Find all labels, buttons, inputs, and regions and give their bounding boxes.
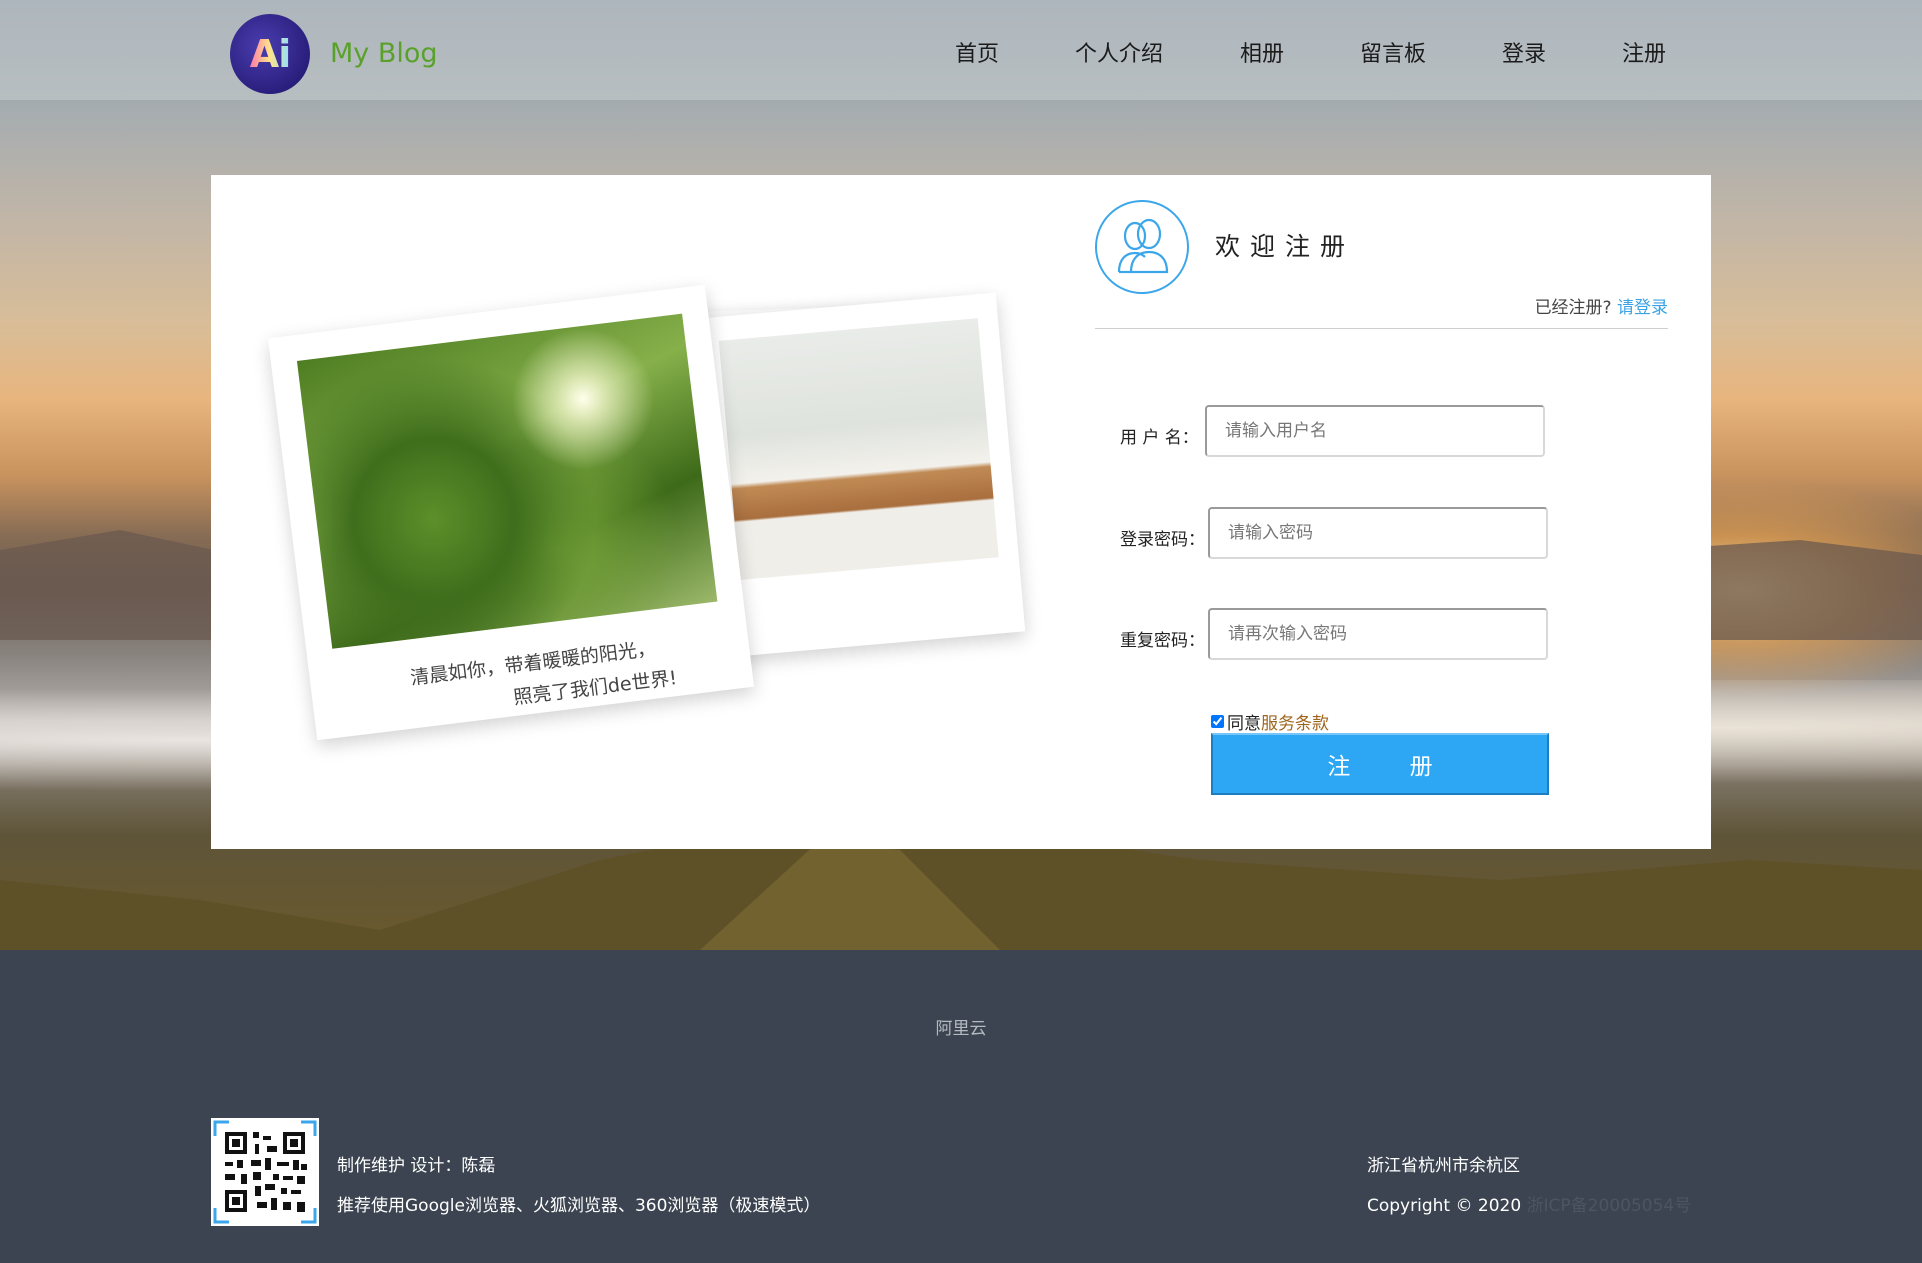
divider <box>1095 328 1668 329</box>
copyright-line: Copyright © 2020 浙ICP备20005054号 <box>1367 1191 1691 1216</box>
nav-album[interactable]: 相册 <box>1240 36 1284 68</box>
icp-link[interactable]: 浙ICP备20005054号 <box>1527 1196 1692 1216</box>
agree-text: 同意 <box>1227 714 1261 734</box>
password-input[interactable] <box>1208 507 1548 559</box>
site-logo[interactable]: Ai <box>230 14 310 94</box>
username-input[interactable] <box>1205 405 1545 457</box>
nav-home[interactable]: 首页 <box>955 36 999 68</box>
logo-text: Ai <box>249 32 291 76</box>
nav-register[interactable]: 注册 <box>1622 36 1666 68</box>
maintainer-text: 制作维护 设计：陈磊 <box>337 1156 496 1176</box>
site-name[interactable]: My Blog <box>330 38 438 69</box>
photo-card-front: 清晨如你，带着暖暖的阳光， 照亮了我们de世界! <box>267 284 755 741</box>
photo-card-middle <box>696 292 1026 658</box>
copyright-text: Copyright © 2020 <box>1367 1196 1522 1216</box>
login-link[interactable]: 请登录 <box>1617 298 1668 318</box>
terms-link[interactable]: 服务条款 <box>1261 709 1329 734</box>
users-icon <box>1095 200 1189 294</box>
agree-terms: 同意 服务条款 <box>1211 709 1329 734</box>
password-label: 登录密码： <box>1120 530 1205 550</box>
partner-link[interactable]: 阿里云 <box>0 1014 1922 1039</box>
username-label: 用 户 名： <box>1120 428 1199 448</box>
nav-guestbook[interactable]: 留言板 <box>1360 36 1426 68</box>
footer: 阿里云 制作维护 设计：陈磊 推荐使用Google浏览器、火狐浏览器、360浏览… <box>0 950 1922 1263</box>
register-card: 清晨如你，带着暖暖的阳光， 照亮了我们de世界! 欢迎注册 已经注册? 请登录 … <box>211 175 1711 849</box>
browser-tip-text: 推荐使用Google浏览器、火狐浏览器、360浏览器（极速模式） <box>337 1196 821 1216</box>
qr-code <box>211 1118 319 1226</box>
top-navbar: Ai My Blog 首页 个人介绍 相册 留言板 登录 注册 <box>0 0 1922 100</box>
confirm-password-input[interactable] <box>1208 608 1548 660</box>
agree-checkbox[interactable] <box>1211 715 1224 728</box>
nav-login[interactable]: 登录 <box>1502 36 1546 68</box>
already-registered: 已经注册? 请登录 <box>1535 293 1668 318</box>
register-button[interactable]: 注 册 <box>1211 733 1549 795</box>
welcome-title: 欢迎注册 <box>1215 232 1356 261</box>
nav-about[interactable]: 个人介绍 <box>1075 36 1163 68</box>
leaves-photo <box>296 313 718 649</box>
address-text: 浙江省杭州市余杭区 <box>1367 1156 1520 1176</box>
desk-photo <box>718 318 999 580</box>
confirm-password-label: 重复密码： <box>1120 631 1205 651</box>
already-registered-text: 已经注册? <box>1534 298 1612 318</box>
